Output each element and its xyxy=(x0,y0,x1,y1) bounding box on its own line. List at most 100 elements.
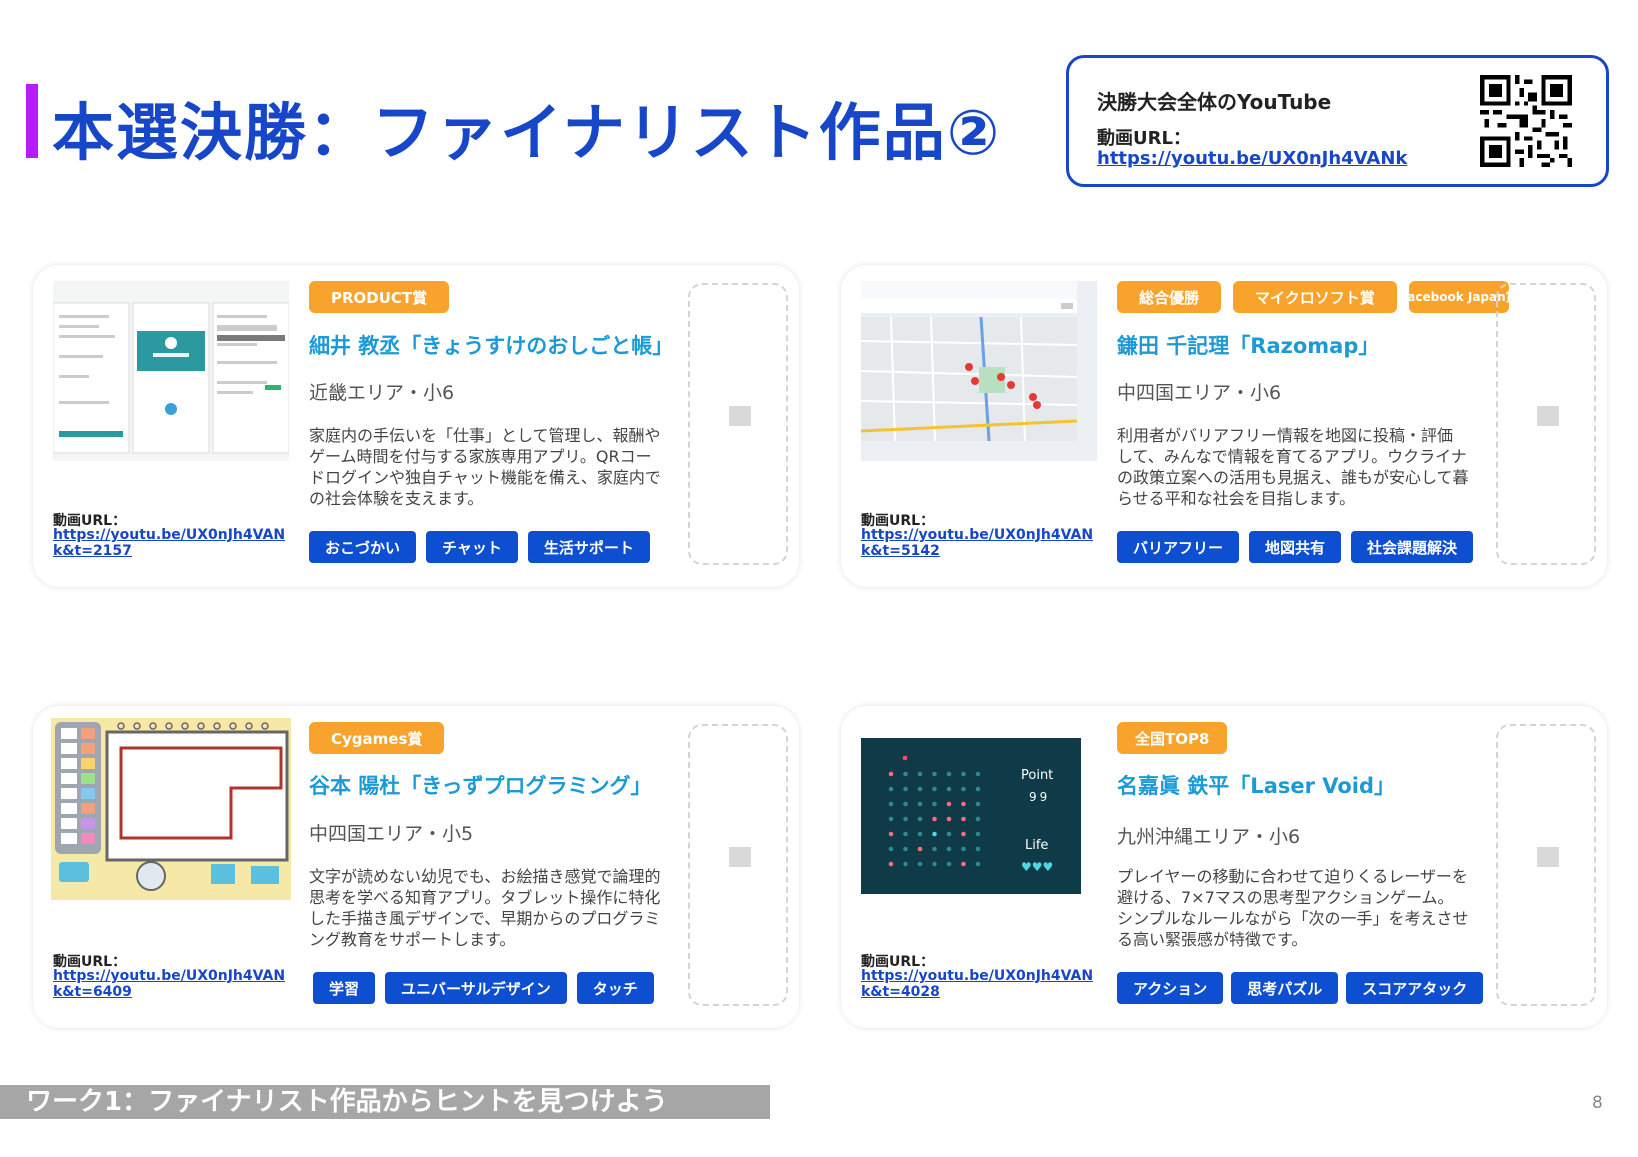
award-badge: Facebook Japan賞 xyxy=(1400,281,1518,313)
tag: おこづかい xyxy=(309,531,417,563)
qr-code-icon[interactable] xyxy=(1480,75,1572,167)
grid-dot xyxy=(917,846,923,852)
grid-dot xyxy=(961,846,966,852)
grid-dot xyxy=(975,831,981,837)
finalist-card-3: Cygames賞 谷本 陽杜「きっずプログラミング」 中四国エリア・小5 文字が… xyxy=(33,706,799,1028)
youtube-title: 決勝大会全体のYouTube xyxy=(1097,90,1332,114)
placeholder-icon xyxy=(1537,847,1559,867)
video-link[interactable]: https://youtu.be/UX0nJh4VANk&t=5142 xyxy=(861,527,1097,559)
youtube-info-box: 決勝大会全体のYouTube 動画URL： https://youtu.be/U… xyxy=(1066,55,1609,187)
grid-dot xyxy=(946,846,952,852)
app-screenshot xyxy=(51,718,291,900)
award-badges: Cygames賞 xyxy=(309,722,445,754)
finalist-card-1: PRODUCT賞 細井 教丞「きょうすけのおしごと帳」 近畿エリア・小6 家庭内… xyxy=(33,265,799,587)
grid-dot xyxy=(961,771,966,777)
tag: 社会課題解決 xyxy=(1351,531,1474,563)
finalist-area: 中四国エリア・小5 xyxy=(309,823,474,845)
life-hearts: ♥♥♥ xyxy=(1021,860,1054,874)
finalist-name: 谷本 陽杜「きっずプログラミング」 xyxy=(309,774,652,798)
image-placeholder xyxy=(1496,283,1596,565)
award-badge: Cygames賞 xyxy=(309,722,445,754)
tag: ユニバーサルデザイン xyxy=(385,972,567,1004)
grid-dot xyxy=(903,786,908,792)
placeholder-icon xyxy=(729,406,751,426)
title-accent-bar xyxy=(26,84,38,158)
award-badge: PRODUCT賞 xyxy=(309,281,450,313)
tag: 生活サポート xyxy=(527,531,650,563)
grid-dot xyxy=(975,786,981,792)
tag-list: アクション 思考パズル スコアアタック xyxy=(1117,972,1484,1004)
grid-dot xyxy=(917,801,923,807)
youtube-link[interactable]: https://youtu.be/UX0nJh4VANk xyxy=(1097,148,1407,169)
finalist-description: プレイヤーの移動に合わせて迫りくるレーザーを避ける、7×7マスの思考型アクション… xyxy=(1117,867,1469,949)
tag: アクション xyxy=(1117,972,1224,1004)
finalist-area: 近畿エリア・小6 xyxy=(309,382,455,404)
grid-dot xyxy=(903,771,908,777)
grid-dot xyxy=(946,771,952,777)
tag-list: おこづかい チャット 生活サポート xyxy=(309,531,650,563)
video-link[interactable]: https://youtu.be/UX0nJh4VANk&t=4028 xyxy=(861,968,1097,1000)
grid-dot xyxy=(917,786,923,792)
grid-dot xyxy=(932,801,937,807)
grid-dot xyxy=(975,816,981,822)
award-badges: PRODUCT賞 xyxy=(309,281,450,313)
laser-dot xyxy=(902,755,908,761)
grid-dot xyxy=(888,831,894,837)
grid-dot xyxy=(903,831,908,837)
tag: スコアアタック xyxy=(1346,972,1484,1004)
grid-dot xyxy=(888,846,894,852)
finalist-name: 名嘉眞 鉄平「Laser Void」 xyxy=(1117,774,1396,798)
app-screenshot xyxy=(53,281,289,461)
award-badges: 総合優勝 マイクロソフト賞 Facebook Japan賞 xyxy=(1117,281,1518,313)
placeholder-icon xyxy=(729,847,751,867)
page-number: 8 xyxy=(1592,1093,1603,1113)
grid-dot xyxy=(932,831,937,837)
map-screenshot xyxy=(861,281,1097,461)
finalist-description: 文字が読めない幼児でも、お絵描き感覚で論理的思考を学べる知育アプリ。タブレット操… xyxy=(309,867,661,949)
tag: チャット xyxy=(426,531,518,563)
grid-dot xyxy=(888,816,894,822)
grid-dot xyxy=(917,831,923,837)
image-placeholder xyxy=(1496,724,1596,1006)
grid-dot xyxy=(917,771,923,777)
grid-dot xyxy=(932,786,937,792)
point-label: Point xyxy=(1021,768,1054,783)
tag: タッチ xyxy=(576,972,654,1004)
point-value: 99 xyxy=(1029,790,1051,804)
grid-dot xyxy=(961,816,966,822)
grid-dot xyxy=(932,861,937,867)
tag: バリアフリー xyxy=(1117,531,1240,563)
grid-dot xyxy=(888,801,894,807)
grid-dot xyxy=(975,846,981,852)
finalist-name: 細井 教丞「きょうすけのおしごと帳」 xyxy=(309,334,674,358)
finalist-card-2: 総合優勝 マイクロソフト賞 Facebook Japan賞 鎌田 千記理「Raz… xyxy=(841,265,1607,587)
tag: 学習 xyxy=(313,972,376,1004)
award-badge: 総合優勝 xyxy=(1117,281,1222,313)
video-link[interactable]: https://youtu.be/UX0nJh4VANk&t=6409 xyxy=(53,968,289,1000)
grid-dot xyxy=(961,831,966,837)
finalist-name: 鎌田 千記理「Razomap」 xyxy=(1117,334,1380,358)
grid-dot xyxy=(888,861,894,867)
finalist-description: 利用者がバリアフリー情報を地図に投稿・評価して、みんなで情報を育てるアプリ。ウク… xyxy=(1117,426,1469,508)
video-link[interactable]: https://youtu.be/UX0nJh4VANk&t=2157 xyxy=(53,527,289,559)
finalist-card-4: Point 99 Life ♥♥♥ 全国TOP8 名嘉眞 鉄平「Laser Vo… xyxy=(841,706,1607,1028)
grid-dot xyxy=(975,771,981,777)
grid-dot xyxy=(903,801,908,807)
tag-list: バリアフリー 地図共有 社会課題解決 xyxy=(1117,531,1474,563)
grid-dot xyxy=(932,816,937,822)
grid-dot xyxy=(888,786,894,792)
grid-dot xyxy=(903,816,908,822)
finalist-area: 中四国エリア・小6 xyxy=(1117,382,1282,404)
grid-dot xyxy=(903,846,908,852)
grid-dot xyxy=(917,816,923,822)
image-placeholder xyxy=(688,283,788,565)
grid-dot xyxy=(975,861,981,867)
grid-dot xyxy=(946,801,952,807)
image-placeholder xyxy=(688,724,788,1006)
finalist-description: 家庭内の手伝いを「仕事」として管理し、報酬やゲーム時間を付与する家族専用アプリ。… xyxy=(309,426,661,508)
footer-work-banner: ワーク1：ファイナリスト作品からヒントを見つけよう xyxy=(0,1085,770,1119)
award-badge: マイクロソフト賞 xyxy=(1233,281,1397,313)
grid-dot xyxy=(932,846,937,852)
grid-dot xyxy=(946,786,952,792)
life-label: Life xyxy=(1025,838,1049,853)
